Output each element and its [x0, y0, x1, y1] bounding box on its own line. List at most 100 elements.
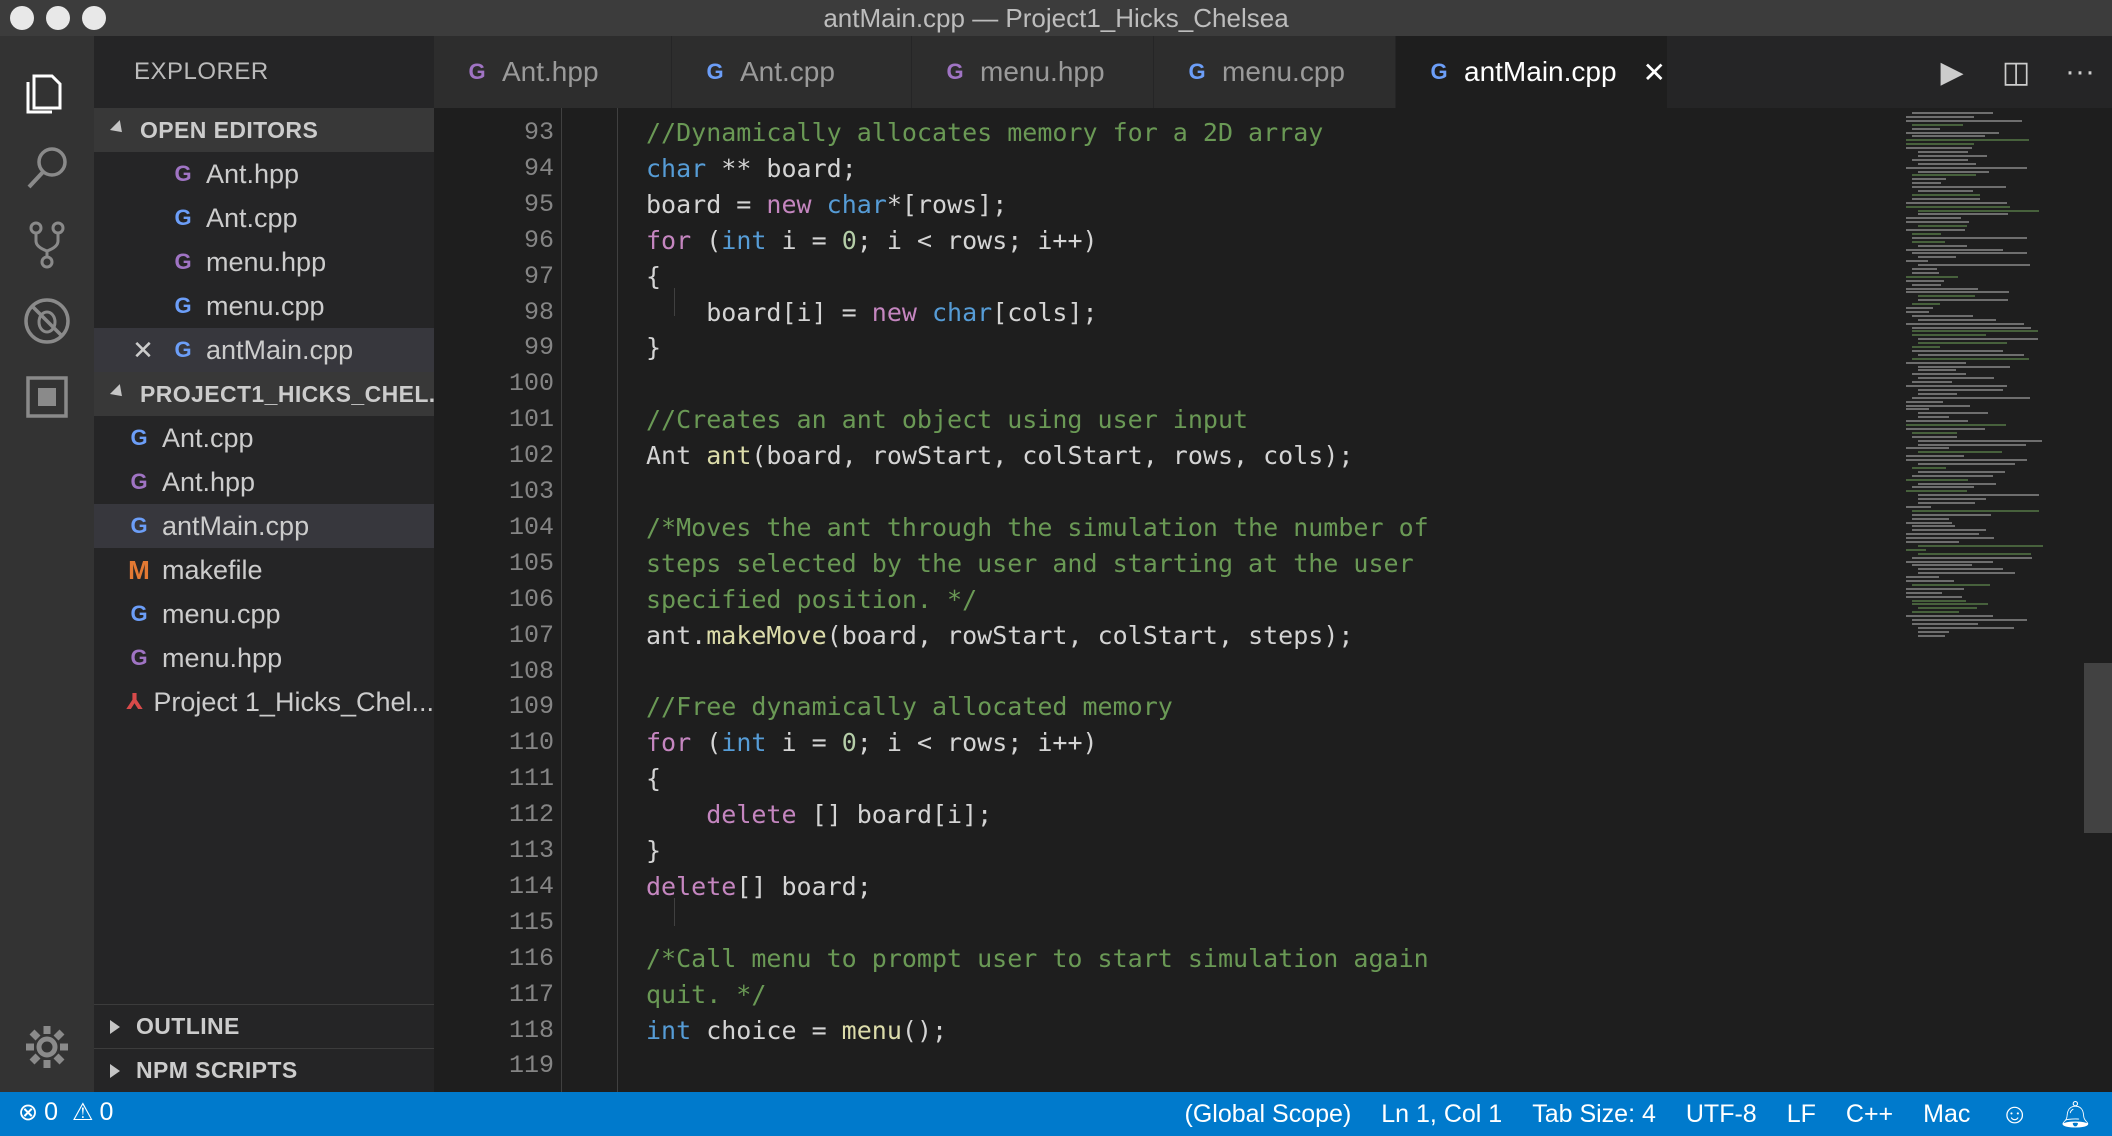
file-tree-item[interactable]: Mmakefile	[94, 548, 434, 592]
code-editor[interactable]: 93 94 95 96 97 98 99 100 101 102 103 104 105 106 107 10…	[434, 108, 2112, 1092]
minimap-line	[1918, 568, 2003, 571]
open-editor-item[interactable]: Gmenu.cpp	[94, 284, 434, 328]
notifications-bell-icon[interactable]: 🔔︎	[2059, 1099, 2092, 1130]
minimap-line	[1918, 377, 1994, 380]
line-number: 113	[508, 836, 554, 865]
problems-indicator[interactable]: ⊗ 0 ⚠ 0	[18, 1098, 113, 1127]
encoding-indicator[interactable]: UTF-8	[1686, 1100, 1757, 1129]
minimap-line	[1918, 494, 2039, 497]
file-tree-item[interactable]: ⅄ Project 1_Hicks_Chel...	[94, 680, 434, 724]
line-number: 118	[508, 1015, 554, 1045]
code-line[interactable]: ant.makeMove(board, rowStart, colStart, …	[646, 621, 1353, 650]
code-line[interactable]: //Free dynamically allocated memory	[646, 692, 1173, 721]
file-tree-item[interactable]: Gmenu.cpp	[94, 592, 434, 636]
minimap-line	[1906, 537, 1994, 540]
debug-icon[interactable]	[16, 290, 78, 352]
code-line[interactable]: for (int i = 0; i < rows; i++)	[646, 226, 1098, 255]
source-control-icon[interactable]	[16, 214, 78, 276]
code-line[interactable]: //Creates an ant object using user input	[646, 405, 1248, 434]
minimap-line	[1918, 451, 2002, 454]
code-line[interactable]: delete [] board[i];	[646, 800, 992, 829]
minimap-line	[1906, 260, 1928, 263]
tab-size-indicator[interactable]: Tab Size: 4	[1532, 1100, 1656, 1129]
minimap-line	[1906, 478, 1968, 481]
explorer-icon[interactable]	[16, 60, 78, 122]
code-area[interactable]: //Dynamically allocates memory for a 2D …	[561, 108, 1864, 1092]
cpp-file-icon: G	[174, 293, 192, 318]
code-line[interactable]: Ant ant(board, rowStart, colStart, rows,…	[646, 441, 1353, 470]
minimap-line	[1918, 634, 1945, 637]
split-editor-icon[interactable]: ◫	[1984, 55, 2048, 90]
code-line[interactable]: delete[] board;	[646, 872, 872, 901]
code-line[interactable]: specified position. */	[646, 585, 977, 614]
code-line[interactable]: int choice = menu();	[646, 1016, 947, 1045]
line-number: 105	[508, 548, 554, 578]
code-line[interactable]: }	[646, 333, 661, 362]
close-icon[interactable]: ✕	[130, 335, 156, 366]
code-line[interactable]: {	[646, 764, 661, 793]
search-icon[interactable]	[16, 138, 78, 200]
explorer-title: EXPLORER	[134, 58, 269, 85]
open-editor-item[interactable]: G Ant.cpp	[94, 196, 434, 240]
project-folder-header[interactable]: PROJECT1_HICKS_CHEL...	[94, 372, 449, 416]
explorer-sidebar: EXPLORER OPEN EDITORS G Ant.hpp G Ant.cpp …	[94, 36, 449, 1092]
tab-ant-hpp[interactable]: G Ant.hpp	[434, 36, 672, 108]
minimap-line	[1912, 435, 1957, 438]
open-editor-item-active[interactable]: ✕ GantMain.cpp	[94, 328, 434, 372]
vertical-scrollbar[interactable]	[2084, 663, 2112, 833]
file-tree-item[interactable]: G Ant.hpp	[94, 460, 434, 504]
npm-scripts-header[interactable]: NPM SCRIPTS	[94, 1048, 434, 1092]
open-editor-item[interactable]: G Ant.hpp	[94, 152, 434, 196]
file-tree-item-selected[interactable]: GantMain.cpp	[94, 504, 434, 548]
code-line[interactable]: /*Moves the ant through the simulation t…	[646, 513, 1429, 542]
extensions-icon[interactable]	[16, 366, 78, 428]
outline-header[interactable]: OUTLINE	[94, 1004, 434, 1048]
tab-menu-cpp[interactable]: Gmenu.cpp	[1154, 36, 1396, 108]
minimap-line	[1906, 455, 1964, 458]
minimap-line	[1912, 303, 1940, 306]
minimap-line	[1912, 513, 1991, 516]
minimap-line	[1918, 162, 1976, 165]
makefile-icon: M	[128, 554, 150, 585]
line-number: 97	[523, 261, 554, 291]
open-editor-item[interactable]: Gmenu.hpp	[94, 240, 434, 284]
cursor-position[interactable]: Ln 1, Col 1	[1381, 1100, 1502, 1129]
file-tree-item[interactable]: G Ant.cpp	[94, 416, 434, 460]
line-number: 96	[523, 225, 554, 255]
minimap-line	[1906, 404, 1970, 407]
code-line[interactable]: quit. */	[646, 980, 766, 1009]
minimap-line	[1912, 622, 1978, 625]
minimap-line	[1906, 201, 2007, 204]
code-line[interactable]: //Dynamically allocates memory for a 2D …	[646, 118, 1323, 147]
code-line[interactable]: /*Call menu to prompt user to start simu…	[646, 944, 1429, 973]
code-line[interactable]: for (int i = 0; i < rows; i++)	[646, 728, 1098, 757]
feedback-smiley-icon[interactable]: ☺	[2000, 1098, 2029, 1130]
code-line[interactable]: {	[646, 262, 661, 291]
close-icon[interactable]: ✕	[1643, 56, 1666, 89]
open-editors-header[interactable]: OPEN EDITORS	[94, 108, 434, 152]
tab-antmain-cpp[interactable]: GantMain.cpp ✕	[1396, 36, 1668, 108]
line-number: 115	[508, 907, 554, 937]
code-line[interactable]: board = new char*[rows];	[646, 190, 1007, 219]
minimap-line	[1918, 498, 1986, 501]
code-line[interactable]: steps selected by the user and starting …	[646, 549, 1414, 578]
minimap-line	[1906, 248, 2003, 251]
minimap-line	[1906, 131, 1999, 134]
code-line[interactable]: }	[646, 836, 661, 865]
eol-indicator[interactable]: LF	[1787, 1100, 1816, 1129]
platform-indicator[interactable]: Mac	[1923, 1100, 1970, 1129]
window-title: antMain.cpp — Project1_Hicks_Chelsea	[823, 3, 1289, 33]
minimap-line	[1918, 463, 2015, 465]
cpp-file-icon: G	[1430, 59, 1448, 84]
run-icon[interactable]: ▶	[1920, 55, 1984, 90]
gear-icon[interactable]	[16, 1016, 78, 1078]
tab-ant-cpp[interactable]: G Ant.cpp	[672, 36, 912, 108]
code-line[interactable]: board[i] = new char[cols];	[646, 298, 1097, 327]
more-actions-icon[interactable]: ···	[2048, 55, 2112, 89]
tab-menu-hpp[interactable]: Gmenu.hpp	[912, 36, 1154, 108]
minimap[interactable]	[1900, 108, 2060, 648]
scope-indicator[interactable]: (Global Scope)	[1185, 1100, 1352, 1129]
language-mode[interactable]: C++	[1846, 1100, 1893, 1129]
code-line[interactable]: char ** board;	[646, 154, 857, 183]
file-tree-item[interactable]: Gmenu.hpp	[94, 636, 434, 680]
